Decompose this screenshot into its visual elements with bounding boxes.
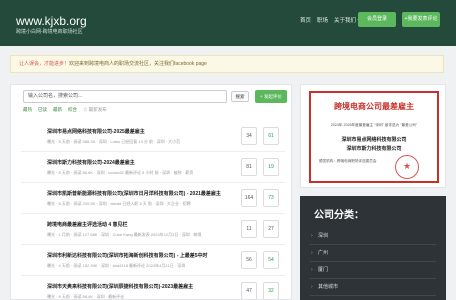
- sort-latest[interactable]: ☆ 最新发布: [83, 107, 107, 113]
- list-item[interactable]: 深圳市斯力科技有限公司-2024最差雇主 曝光 · 8 天前 · 阅读 86,6…: [21, 152, 285, 183]
- view-count: 54: [263, 251, 279, 269]
- sort-bar: 最热 已读 最新 综合 ☆ 最新发布: [23, 107, 107, 113]
- notice-text[interactable]: 欢迎来到跨境电商人的职场交流社区，关注我们facebook page: [69, 61, 207, 67]
- search-input[interactable]: 输入公司名，搜索公司...: [23, 90, 227, 103]
- reply-count: 81: [241, 158, 257, 176]
- item-meta: 曝光 · 8 天前 · 阅读 200,5K · 深圳 · abcdd 已经入职 …: [47, 201, 191, 206]
- category-item-guangzhou[interactable]: 广州: [310, 245, 436, 262]
- category-box: 公司分类： 深圳 广州 厦门 其他城市: [300, 196, 446, 300]
- reply-count: 56: [241, 251, 257, 269]
- list-item[interactable]: 深圳市凯斯普新能源科技有限公司(深圳市日月洋科技有限公司) - 2021最差雇主…: [21, 183, 285, 214]
- site-logo[interactable]: www.kjxb.org: [16, 15, 87, 27]
- view-count: 32: [263, 282, 279, 299]
- certificate-title: 跨境电商公司最差雇主: [334, 101, 414, 111]
- reply-count: 34: [241, 127, 257, 145]
- view-count: 61: [263, 127, 279, 145]
- reply-count: 164: [241, 189, 257, 207]
- category-item-xiamen[interactable]: 厦门: [310, 262, 436, 279]
- login-button[interactable]: 会员登录: [358, 12, 396, 27]
- item-title[interactable]: 跨境电商最差雇主评选活动 4 意见栏: [47, 221, 237, 228]
- item-title[interactable]: 深圳市易点网络科技有限公司-2025最差雇主: [47, 128, 237, 135]
- list-item[interactable]: 跨境电商最差雇主评选活动 4 意见栏 曝光 · 1 月前 · 阅读 127,68…: [21, 214, 285, 245]
- item-title[interactable]: 深圳市天奥来科技有限公司(深圳辰捷科技有限公司)-2023最差雇主: [47, 283, 237, 290]
- item-title[interactable]: 深圳市利新达科技有限公司(深圳市拓海新创科技有限公司) - 上最差5中时: [47, 252, 237, 259]
- item-meta: 曝光 · 1 月前 · 阅读 127,68K · 深圳 · Cube Kang …: [47, 232, 202, 237]
- list-item[interactable]: 深圳市天奥来科技有限公司(深圳辰捷科技有限公司)-2023最差雇主 曝光 · 8…: [21, 276, 285, 299]
- add-review-button[interactable]: + 发起评价: [255, 90, 287, 103]
- company-list-panel: 输入公司名，搜索公司... 搜索 + 发起评价 最热 已读 最新 综合 ☆ 最新…: [10, 84, 292, 300]
- certificate-subtitle: 2024年-2025年度最差雇主 "深圳" 被评选为 "最差公司": [330, 123, 418, 127]
- item-meta: 曝光 · 8 天前 · 阅读 88,4K · 深圳 · 最新评论: [47, 294, 125, 299]
- list-item[interactable]: 深圳市利新达科技有限公司(深圳市拓海新创科技有限公司) - 上最差5中时 曝光 …: [21, 245, 285, 276]
- sort-new[interactable]: 最新: [53, 107, 62, 113]
- category-heading: 公司分类：: [314, 210, 364, 221]
- view-count: 27: [263, 220, 279, 238]
- main-nav: 首页 职场 关于我们 ▾: [300, 16, 360, 24]
- certificate-footer: 颁发机构：跨境电商职场评选委员会: [319, 159, 377, 163]
- item-meta: 曝光 · 8 天前 · 阅读 86,6K · 深圳 · ccxiao52 最新评…: [47, 170, 194, 175]
- company-list: 深圳市易点网络科技有限公司-2025最差雇主 曝光 · 8 天前 · 阅读 58…: [21, 121, 285, 299]
- site-header: www.kjxb.org 跨境小白网-跨境电商职场社区 首页 职场 关于我们 ▾…: [0, 0, 456, 46]
- worst-employer-certificate[interactable]: 跨境电商公司最差雇主 2024年-2025年度最差雇主 "深圳" 被评选为 "最…: [309, 91, 439, 183]
- notice-bar: 让人误会，才能进步！欢迎来到跨境电商人的职场交流社区，关注我们facebook …: [10, 55, 444, 73]
- promo-box[interactable]: 跨境电商公司最差雇主 2024年-2025年度最差雇主 "深圳" 被评选为 "最…: [300, 84, 446, 188]
- item-meta: 曝光 · 8 天前 · 阅读 588,3K · 深圳 · Lotus 已经回复 …: [47, 139, 181, 144]
- sort-hot[interactable]: 最热: [23, 107, 32, 113]
- reply-count: 47: [241, 282, 257, 299]
- reply-count: 11: [241, 220, 257, 238]
- certificate-company-2: 深圳市斯力科技有限公司: [346, 146, 402, 152]
- sort-read[interactable]: 已读: [38, 107, 47, 113]
- site-tagline: 跨境小白网-跨境电商职场社区: [16, 29, 83, 35]
- nav-item-about[interactable]: 关于我们 ▾: [334, 16, 360, 24]
- list-item[interactable]: 深圳市易点网络科技有限公司-2025最差雇主 曝光 · 8 天前 · 阅读 58…: [21, 121, 285, 152]
- search-button[interactable]: 搜索: [231, 91, 249, 102]
- notice-lead: 让人误会，才能进步！: [19, 61, 70, 67]
- category-item-other[interactable]: 其他城市: [310, 279, 436, 296]
- item-title[interactable]: 深圳市凯斯普新能源科技有限公司(深圳市日月洋科技有限公司) - 2021最差雇主: [47, 190, 237, 197]
- category-list: 深圳 广州 厦门 其他城市: [310, 228, 436, 296]
- nav-item-jobs[interactable]: 职场: [317, 16, 328, 24]
- certificate-company-1: 深圳市易点网络科技有限公司: [341, 137, 407, 143]
- sort-all[interactable]: 综合: [68, 107, 77, 113]
- item-title[interactable]: 深圳市斯力科技有限公司-2024最差雇主: [47, 159, 237, 166]
- seal-stamp-icon: [395, 155, 419, 179]
- post-review-button[interactable]: +我要发表评论: [402, 12, 440, 27]
- item-meta: 曝光 · 4 天前 · 阅读 152,39K · 深圳 · sbd4318 最新…: [47, 263, 186, 268]
- nav-item-home[interactable]: 首页: [300, 16, 311, 24]
- category-item-shenzhen[interactable]: 深圳: [310, 228, 436, 245]
- view-count: 19: [263, 158, 279, 176]
- view-count: 73: [263, 189, 279, 207]
